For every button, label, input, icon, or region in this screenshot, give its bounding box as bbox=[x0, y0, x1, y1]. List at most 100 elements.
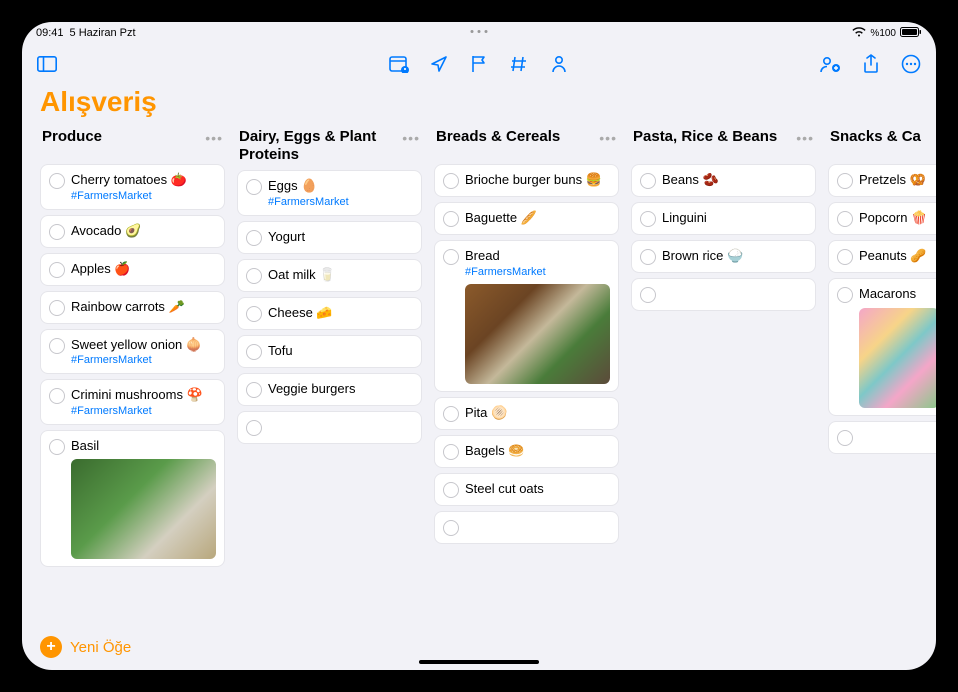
checkbox-circle[interactable] bbox=[49, 300, 65, 316]
card-image-basil bbox=[71, 459, 216, 559]
card-body: Baguette 🥖 bbox=[465, 210, 610, 226]
add-item-button[interactable]: Yeni Öğe bbox=[70, 639, 131, 656]
card-item[interactable]: Crimini mushrooms 🍄 #FarmersMarket bbox=[40, 379, 225, 425]
card-item[interactable]: Tofu bbox=[237, 335, 422, 368]
card-tag[interactable]: #FarmersMarket bbox=[71, 354, 216, 366]
card-item[interactable]: Oat milk 🥛 bbox=[237, 259, 422, 292]
column-cards: Cherry tomatoes 🍅#FarmersMarket Avocado 🥑… bbox=[40, 164, 225, 567]
card-item[interactable]: Brown rice 🍚 bbox=[631, 240, 816, 273]
checkbox-circle[interactable] bbox=[640, 173, 656, 189]
board-columns[interactable]: Produce•••Cherry tomatoes 🍅#FarmersMarke… bbox=[22, 126, 936, 624]
home-indicator[interactable] bbox=[419, 660, 539, 664]
card-empty[interactable] bbox=[631, 278, 816, 311]
checkbox-circle[interactable] bbox=[443, 520, 459, 536]
card-item[interactable]: Avocado 🥑 bbox=[40, 215, 225, 248]
collaborate-icon[interactable] bbox=[820, 53, 842, 75]
checkbox-circle[interactable] bbox=[640, 287, 656, 303]
checkbox-circle[interactable] bbox=[49, 173, 65, 189]
checkbox-circle[interactable] bbox=[49, 338, 65, 354]
checkbox-circle[interactable] bbox=[837, 173, 853, 189]
checkbox-circle[interactable] bbox=[443, 211, 459, 227]
card-tag[interactable]: #FarmersMarket bbox=[71, 405, 216, 417]
checkbox-circle[interactable] bbox=[246, 268, 262, 284]
checkbox-circle[interactable] bbox=[246, 420, 262, 436]
checkbox-circle[interactable] bbox=[640, 211, 656, 227]
checkbox-circle[interactable] bbox=[837, 249, 853, 265]
checkbox-circle[interactable] bbox=[246, 344, 262, 360]
column-more-icon[interactable]: ••• bbox=[599, 128, 617, 146]
card-item[interactable]: Linguini bbox=[631, 202, 816, 235]
card-item[interactable]: Pretzels 🥨 bbox=[828, 164, 936, 197]
card-item[interactable]: Pita 🫓 bbox=[434, 397, 619, 430]
flag-icon[interactable] bbox=[468, 53, 490, 75]
card-item[interactable]: Popcorn 🍿 bbox=[828, 202, 936, 235]
multitask-dots[interactable] bbox=[471, 30, 488, 33]
board-column: Produce•••Cherry tomatoes 🍅#FarmersMarke… bbox=[40, 126, 225, 624]
card-empty[interactable] bbox=[237, 411, 422, 444]
card-item[interactable]: Sweet yellow onion 🧅#FarmersMarket bbox=[40, 329, 225, 375]
card-item[interactable]: Steel cut oats bbox=[434, 473, 619, 506]
card-item[interactable]: Cherry tomatoes 🍅#FarmersMarket bbox=[40, 164, 225, 210]
card-item[interactable]: Eggs 🥚#FarmersMarket bbox=[237, 170, 422, 216]
status-time: 09:41 bbox=[36, 27, 64, 39]
card-item[interactable]: Bread#FarmersMarket bbox=[434, 240, 619, 392]
checkbox-circle[interactable] bbox=[49, 224, 65, 240]
checkbox-circle[interactable] bbox=[443, 173, 459, 189]
card-body: Apples 🍎 bbox=[71, 261, 216, 277]
card-item[interactable]: Cheese 🧀 bbox=[237, 297, 422, 330]
card-item[interactable]: Macarons bbox=[828, 278, 936, 416]
column-more-icon[interactable]: ••• bbox=[796, 128, 814, 146]
card-tag[interactable]: #FarmersMarket bbox=[71, 190, 216, 202]
sidebar-toggle-icon[interactable] bbox=[36, 53, 58, 75]
card-body: Peanuts 🥜 bbox=[859, 248, 936, 264]
card-item[interactable]: Veggie burgers bbox=[237, 373, 422, 406]
checkbox-circle[interactable] bbox=[837, 430, 853, 446]
checkbox-circle[interactable] bbox=[837, 211, 853, 227]
card-text bbox=[859, 429, 936, 443]
card-item[interactable]: Bagels 🥯 bbox=[434, 435, 619, 468]
card-tag[interactable]: #FarmersMarket bbox=[465, 266, 610, 278]
card-item[interactable]: Peanuts 🥜 bbox=[828, 240, 936, 273]
card-empty[interactable] bbox=[434, 511, 619, 544]
card-body bbox=[662, 286, 807, 300]
card-body: Macarons bbox=[859, 286, 936, 408]
checkbox-circle[interactable] bbox=[640, 249, 656, 265]
checkbox-circle[interactable] bbox=[246, 230, 262, 246]
card-item[interactable]: Beans 🫘 bbox=[631, 164, 816, 197]
checkbox-circle[interactable] bbox=[443, 444, 459, 460]
hashtag-icon[interactable] bbox=[508, 53, 530, 75]
person-icon[interactable] bbox=[548, 53, 570, 75]
checkbox-circle[interactable] bbox=[443, 249, 459, 265]
checkbox-circle[interactable] bbox=[49, 439, 65, 455]
add-item-icon[interactable]: + bbox=[40, 636, 62, 658]
card-item[interactable]: Brioche burger buns 🍔 bbox=[434, 164, 619, 197]
card-tag[interactable]: #FarmersMarket bbox=[268, 196, 413, 208]
column-header: Produce••• bbox=[40, 126, 225, 164]
card-item[interactable]: Yogurt bbox=[237, 221, 422, 254]
column-more-icon[interactable]: ••• bbox=[402, 128, 420, 146]
card-item[interactable]: Baguette 🥖 bbox=[434, 202, 619, 235]
location-icon[interactable] bbox=[428, 53, 450, 75]
calendar-icon[interactable] bbox=[388, 53, 410, 75]
share-icon[interactable] bbox=[860, 53, 882, 75]
card-item[interactable]: Apples 🍎 bbox=[40, 253, 225, 286]
checkbox-circle[interactable] bbox=[443, 482, 459, 498]
card-item[interactable]: Rainbow carrots 🥕 bbox=[40, 291, 225, 324]
column-more-icon[interactable]: ••• bbox=[205, 128, 223, 146]
checkbox-circle[interactable] bbox=[49, 388, 65, 404]
card-body: Pita 🫓 bbox=[465, 405, 610, 421]
checkbox-circle[interactable] bbox=[443, 406, 459, 422]
checkbox-circle[interactable] bbox=[246, 382, 262, 398]
card-text: Apples 🍎 bbox=[71, 261, 216, 277]
checkbox-circle[interactable] bbox=[49, 262, 65, 278]
card-item[interactable]: Basil bbox=[40, 430, 225, 568]
checkbox-circle[interactable] bbox=[246, 306, 262, 322]
checkbox-circle[interactable] bbox=[837, 287, 853, 303]
battery-percent: %100 bbox=[870, 28, 896, 39]
column-cards: Brioche burger buns 🍔 Baguette 🥖 Bread#Far… bbox=[434, 164, 619, 544]
card-text: Crimini mushrooms 🍄 bbox=[71, 387, 216, 403]
screen: 09:41 5 Haziran Pzt %100 bbox=[22, 22, 936, 670]
checkbox-circle[interactable] bbox=[246, 179, 262, 195]
more-icon[interactable] bbox=[900, 53, 922, 75]
card-empty[interactable] bbox=[828, 421, 936, 454]
